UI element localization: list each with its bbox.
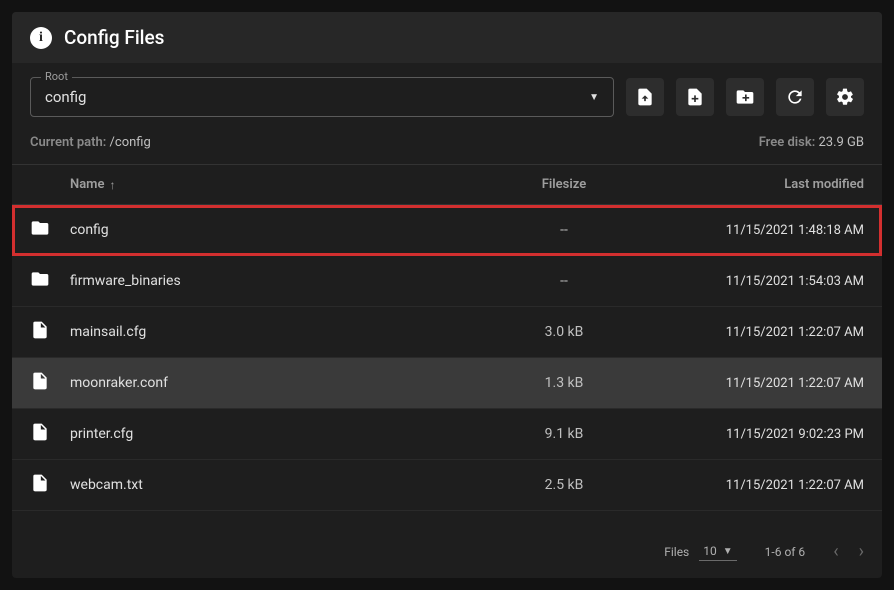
table-body: config--11/15/2021 1:48:18 AMfirmware_bi… bbox=[12, 205, 882, 525]
file-icon bbox=[30, 320, 70, 344]
root-select-label: Root bbox=[41, 70, 72, 83]
row-name: firmware_binaries bbox=[70, 273, 464, 289]
table-header-name[interactable]: Name ↑ bbox=[70, 177, 464, 192]
current-path-label: Current path: bbox=[30, 135, 106, 150]
pagination-label: Files bbox=[664, 545, 689, 559]
free-disk-value: 23.9 GB bbox=[818, 135, 864, 150]
new-file-button[interactable] bbox=[676, 78, 714, 116]
chevron-down-icon: ▼ bbox=[723, 546, 733, 557]
settings-button[interactable] bbox=[826, 78, 864, 116]
chevron-down-icon: ▼ bbox=[589, 92, 599, 103]
file-icon bbox=[30, 473, 70, 497]
refresh-button[interactable] bbox=[776, 78, 814, 116]
row-name: printer.cfg bbox=[70, 426, 464, 442]
table-header-filesize[interactable]: Filesize bbox=[464, 177, 664, 192]
table-row[interactable]: mainsail.cfg3.0 kB11/15/2021 1:22:07 AM bbox=[12, 307, 882, 358]
row-modified: 11/15/2021 9:02:23 PM bbox=[664, 427, 864, 442]
row-size: -- bbox=[464, 222, 664, 238]
pagination-size: Files 10 ▼ bbox=[664, 542, 736, 561]
row-size: 3.0 kB bbox=[464, 324, 664, 340]
table-row[interactable]: webcam.txt2.5 kB11/15/2021 1:22:07 AM bbox=[12, 460, 882, 511]
row-name: webcam.txt bbox=[70, 477, 464, 493]
config-files-panel: i Config Files Root config ▼ Current pat… bbox=[12, 12, 882, 578]
toolbar: Root config ▼ bbox=[12, 63, 882, 131]
table-row[interactable]: printer.cfg9.1 kB11/15/2021 9:02:23 PM bbox=[12, 409, 882, 460]
file-icon bbox=[30, 422, 70, 446]
row-modified: 11/15/2021 1:54:03 AM bbox=[664, 274, 864, 289]
table-row[interactable]: moonraker.conf1.3 kB11/15/2021 1:22:07 A… bbox=[12, 358, 882, 409]
table-header-icon-col bbox=[30, 177, 70, 192]
current-path: Current path: /config bbox=[30, 135, 151, 150]
free-disk: Free disk: 23.9 GB bbox=[759, 135, 864, 150]
row-modified: 11/15/2021 1:48:18 AM bbox=[664, 223, 864, 238]
current-path-value: /config bbox=[110, 135, 151, 150]
table-header-modified[interactable]: Last modified bbox=[664, 177, 864, 192]
sort-ascending-icon: ↑ bbox=[109, 178, 115, 192]
folder-icon bbox=[30, 269, 70, 293]
pagination-size-value: 10 bbox=[703, 544, 717, 558]
folder-icon bbox=[30, 218, 70, 242]
panel-title: Config Files bbox=[64, 26, 164, 49]
table-row[interactable]: firmware_binaries--11/15/2021 1:54:03 AM bbox=[12, 256, 882, 307]
row-size: 2.5 kB bbox=[464, 477, 664, 493]
row-name: moonraker.conf bbox=[70, 375, 464, 391]
panel-header: i Config Files bbox=[12, 12, 882, 63]
table-header-name-label: Name bbox=[70, 177, 104, 192]
pagination-prev-button[interactable]: ‹ bbox=[833, 541, 838, 562]
row-modified: 11/15/2021 1:22:07 AM bbox=[664, 376, 864, 391]
pagination-range: 1-6 of 6 bbox=[765, 545, 806, 559]
table-row[interactable]: config--11/15/2021 1:48:18 AM bbox=[12, 205, 882, 256]
new-folder-button[interactable] bbox=[726, 78, 764, 116]
file-icon bbox=[30, 371, 70, 395]
upload-file-button[interactable] bbox=[626, 78, 664, 116]
pagination: Files 10 ▼ 1-6 of 6 ‹ › bbox=[12, 525, 882, 578]
row-size: 9.1 kB bbox=[464, 426, 664, 442]
path-bar: Current path: /config Free disk: 23.9 GB bbox=[12, 131, 882, 164]
row-name: mainsail.cfg bbox=[70, 324, 464, 340]
root-select[interactable]: Root config ▼ bbox=[30, 77, 614, 117]
row-modified: 11/15/2021 1:22:07 AM bbox=[664, 478, 864, 493]
table-header: Name ↑ Filesize Last modified bbox=[12, 164, 882, 205]
pagination-next-button[interactable]: › bbox=[859, 541, 864, 562]
row-size: -- bbox=[464, 273, 664, 289]
info-icon: i bbox=[30, 27, 52, 49]
row-name: config bbox=[70, 222, 464, 238]
root-select-value: config bbox=[45, 88, 86, 106]
free-disk-label: Free disk: bbox=[759, 135, 816, 150]
pagination-nav: ‹ › bbox=[833, 541, 864, 562]
row-modified: 11/15/2021 1:22:07 AM bbox=[664, 325, 864, 340]
row-size: 1.3 kB bbox=[464, 375, 664, 391]
pagination-size-select[interactable]: 10 ▼ bbox=[699, 542, 736, 561]
